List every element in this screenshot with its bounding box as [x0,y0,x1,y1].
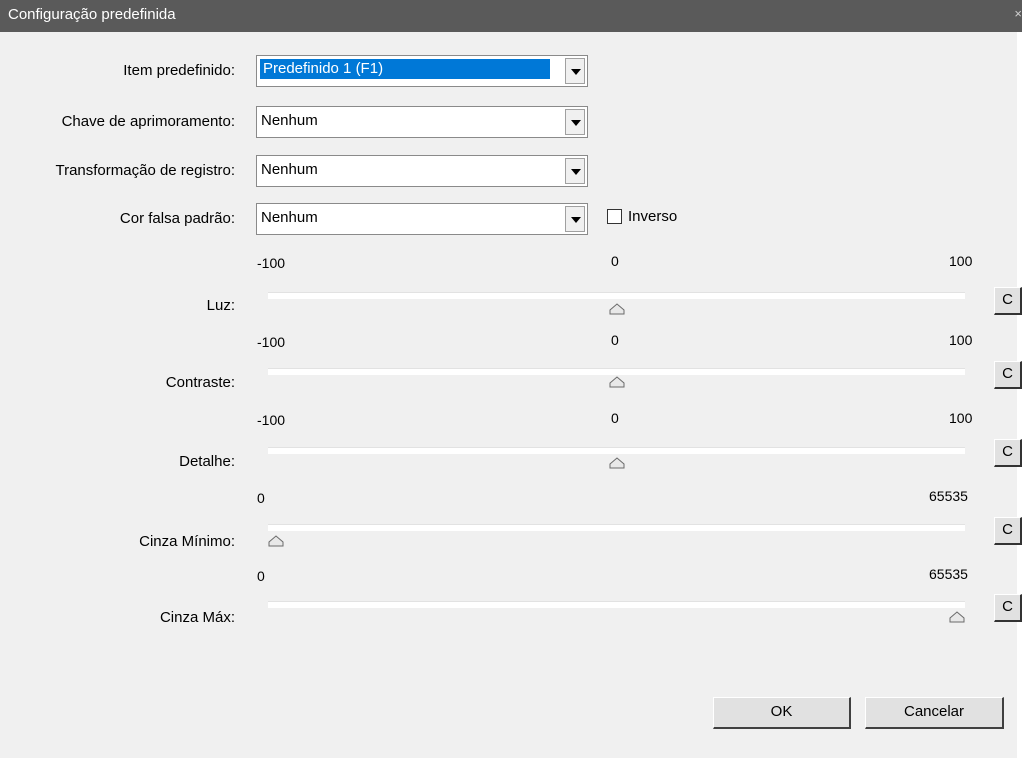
false-color-dropdown[interactable]: Nenhum [256,203,588,235]
slider-mid-label: 0 [611,332,619,348]
detail-slider-thumb[interactable] [609,455,625,471]
enhance-key-dropdown[interactable]: Nenhum [256,106,588,138]
slider-max-label: 65535 [929,566,968,582]
chevron-down-icon[interactable] [565,58,585,84]
preset-config-dialog: Configuração predefinida × Item predefin… [0,0,1022,758]
inverse-label: Inverso [628,208,678,225]
chevron-down-icon[interactable] [565,206,585,232]
preset-item-value: Predefinido 1 (F1) [260,59,550,79]
slider-min-label: 0 [257,490,265,506]
title-bar: Configuração predefinida × [0,0,1022,32]
gray-max-label: Cinza Máx: [159,609,235,626]
window-title: Configuração predefinida [8,6,176,23]
close-icon[interactable]: × [1010,6,1022,21]
light-slider-thumb[interactable] [609,301,625,317]
slider-max-label: 100 [949,253,973,269]
false-color-label: Cor falsa padrão: [119,210,235,227]
cancel-button[interactable]: Cancelar [865,697,1004,729]
gray-max-slider-track[interactable] [268,601,965,608]
slider-min-label: -100 [257,334,286,350]
gray-min-label: Cinza Mínimo: [139,533,235,550]
light-slider-track[interactable] [268,292,965,299]
gray-max-reset-button[interactable]: C [994,594,1022,622]
enhance-key-value: Nenhum [261,112,318,129]
detail-slider-track[interactable] [268,447,965,454]
slider-max-label: 100 [949,410,973,426]
contrast-slider-thumb[interactable] [609,374,625,390]
gray-max-slider-thumb[interactable] [949,609,965,625]
ok-button[interactable]: OK [713,697,851,729]
detail-reset-button[interactable]: C [994,439,1022,467]
false-color-value: Nenhum [261,209,318,226]
slider-mid-label: 0 [611,410,619,426]
inverse-checkbox[interactable] [607,209,622,224]
light-reset-button[interactable]: C [994,287,1022,315]
contrast-reset-button[interactable]: C [994,361,1022,389]
enhance-key-label: Chave de aprimoramento: [61,113,235,130]
slider-max-label: 65535 [929,488,968,504]
chevron-down-icon[interactable] [565,158,585,184]
slider-min-label: -100 [257,412,286,428]
detail-label: Detalhe: [179,453,235,470]
light-label: Luz: [206,297,235,314]
preset-item-dropdown[interactable]: Predefinido 1 (F1) [256,55,588,87]
chevron-down-icon[interactable] [565,109,585,135]
log-transform-value: Nenhum [261,161,318,178]
slider-min-label: 0 [257,568,265,584]
log-transform-dropdown[interactable]: Nenhum [256,155,588,187]
contrast-label: Contraste: [165,374,235,391]
slider-min-label: -100 [257,255,286,271]
gray-min-slider-track[interactable] [268,524,965,531]
gray-min-slider-thumb[interactable] [268,533,284,549]
preset-item-label: Item predefinido: [123,62,235,79]
slider-mid-label: 0 [611,253,619,269]
gray-min-reset-button[interactable]: C [994,517,1022,545]
log-transform-label: Transformação de registro: [55,162,235,179]
slider-max-label: 100 [949,332,973,348]
